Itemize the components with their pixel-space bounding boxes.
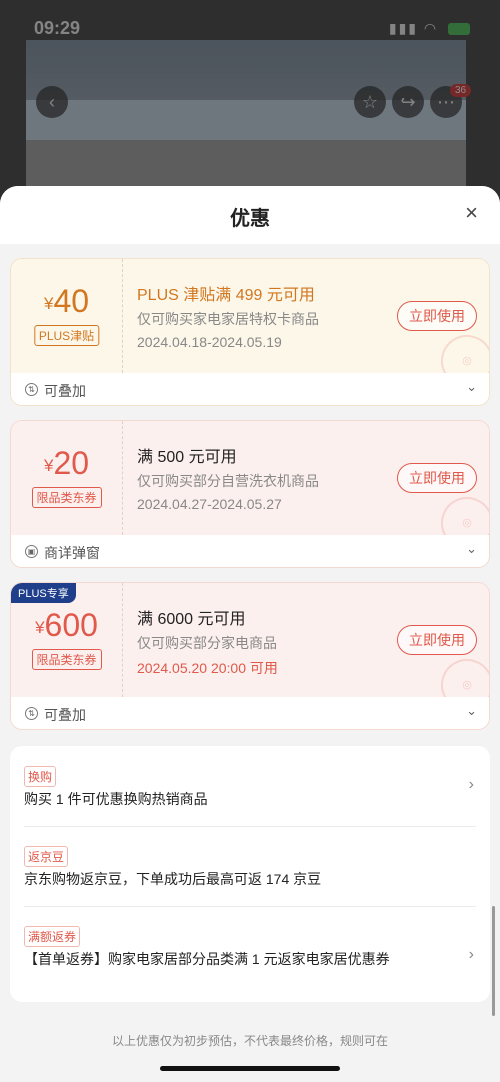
disclaimer-text: 以上优惠仅为初步预估，不代表最终价格，规则可在: [111, 1034, 388, 1048]
background-app: 09:29 ▮▮▮ ◠ ‹ ☆ ↪ ⋯ 36: [0, 0, 500, 200]
promotion-tag: 返京豆: [24, 846, 69, 867]
coupon-body: ¥20 限品类东券 满 500 元可用 仅可购买部分自营洗衣机商品 2024.0…: [11, 421, 489, 558]
use-now-button[interactable]: 立即使用: [397, 625, 477, 655]
coupon-amount: ¥20: [11, 445, 122, 482]
promotion-list: 换购 购买 1 件可优惠换购热销商品 › 返京豆 京东购物返京豆，下单成功后最高…: [10, 746, 490, 1002]
coupon-value: 600: [44, 607, 98, 643]
divider: [24, 826, 476, 827]
coupon-amount-panel: ¥40 PLUS津贴: [11, 259, 123, 373]
coupon-footer-label: 商详弹窗: [44, 545, 100, 561]
stack-icon: ⇅: [25, 707, 38, 720]
coupon-date: 2024.04.27-2024.05.27: [137, 496, 282, 512]
coupon-card: ¥20 限品类东券 满 500 元可用 仅可购买部分自营洗衣机商品 2024.0…: [10, 420, 490, 568]
coupon-desc: 仅可购买家电家居特权卡商品: [137, 311, 319, 327]
coupon-desc: 仅可购买部分家电商品: [137, 635, 277, 651]
coupon-title: 满 6000 元可用: [137, 611, 246, 628]
use-now-button[interactable]: 立即使用: [397, 463, 477, 493]
coupon-footer-label: 可叠加: [44, 383, 86, 399]
currency-symbol: ¥: [35, 618, 45, 637]
coupon-footer[interactable]: ▣ 商详弹窗 ⌄: [11, 535, 489, 567]
promotion-item[interactable]: 满额返券 【首单返券】购家电家居部分品类满 1 元返家电家居优惠券 ›: [24, 926, 476, 990]
stack-icon: ⇅: [25, 383, 38, 396]
coupon-card: ¥40 PLUS津贴 PLUS 津贴满 499 元可用 仅可购买家电家居特权卡商…: [10, 258, 490, 406]
coupon-title: PLUS 津贴满 499 元可用: [137, 287, 315, 304]
promotion-item: 返京豆 京东购物返京豆，下单成功后最高可返 174 京豆: [24, 846, 476, 896]
coupon-body: ¥600 限品类东券 满 6000 元可用 仅可购买部分家电商品 2024.05…: [11, 583, 489, 720]
plus-exclusive-badge: PLUS专享: [11, 583, 76, 603]
chevron-down-icon[interactable]: ⌄: [466, 703, 477, 719]
coupon-date: 2024.05.20 20:00 可用: [137, 660, 278, 676]
coupon-type-tag: 限品类东券: [31, 649, 102, 670]
divider: [24, 906, 476, 907]
coupon-sheet: 优惠 × ¥40 PLUS津贴 PLUS 津贴满 499 元可用 仅可购买家电家…: [0, 186, 500, 1082]
promotion-tag: 换购: [24, 766, 57, 787]
promotion-tag: 满额返券: [24, 926, 81, 947]
coupon-type-tag: PLUS津贴: [33, 325, 100, 346]
coupon-body: ¥40 PLUS津贴 PLUS 津贴满 499 元可用 仅可购买家电家居特权卡商…: [11, 259, 489, 396]
coupon-footer[interactable]: ⇅ 可叠加 ⌄: [11, 373, 489, 405]
chevron-down-icon[interactable]: ⌄: [466, 541, 477, 557]
coupon-type-tag: 限品类东券: [31, 487, 102, 508]
modal-scrim[interactable]: [0, 0, 500, 200]
promotion-item[interactable]: 换购 购买 1 件可优惠换购热销商品 ›: [24, 766, 476, 816]
chevron-right-icon[interactable]: ›: [469, 946, 474, 964]
coupon-date: 2024.04.18-2024.05.19: [137, 334, 282, 350]
promotion-text: 【首单返券】购家电家居部分品类满 1 元返家电家居优惠券: [24, 951, 390, 967]
coupon-amount-panel: ¥20 限品类东券: [11, 421, 123, 535]
coupon-value: 40: [53, 283, 90, 319]
use-now-button[interactable]: 立即使用: [397, 301, 477, 331]
coupon-footer[interactable]: ⇅ 可叠加 ⌄: [11, 697, 489, 729]
coupon-amount: ¥600: [11, 607, 122, 644]
coupon-amount: ¥40: [11, 283, 122, 320]
coupon-card: ¥600 限品类东券 满 6000 元可用 仅可购买部分家电商品 2024.05…: [10, 582, 490, 730]
coupon-title: 满 500 元可用: [137, 449, 237, 466]
chevron-right-icon[interactable]: ›: [469, 776, 474, 794]
promotion-text: 京东购物返京豆，下单成功后最高可返 174 京豆: [24, 871, 322, 887]
home-indicator[interactable]: [160, 1066, 340, 1071]
chevron-down-icon[interactable]: ⌄: [466, 379, 477, 395]
coupon-value: 20: [53, 445, 90, 481]
promotion-text: 购买 1 件可优惠换购热销商品: [24, 791, 208, 807]
scroll-indicator[interactable]: [492, 906, 495, 1016]
coupon-desc: 仅可购买部分自营洗衣机商品: [137, 473, 319, 489]
popup-icon: ▣: [25, 545, 38, 558]
coupon-footer-label: 可叠加: [44, 707, 86, 723]
